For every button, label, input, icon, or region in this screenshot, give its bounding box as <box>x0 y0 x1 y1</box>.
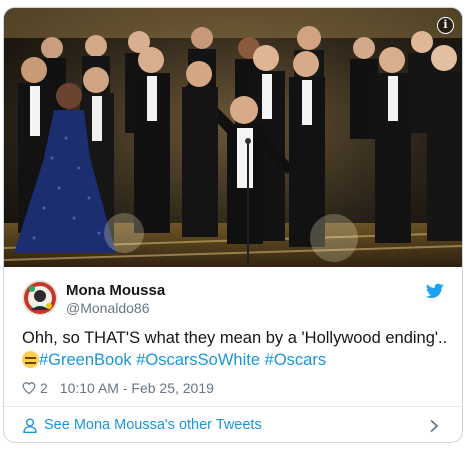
tweet-meta: 2 10:10 AM - Feb 25, 2019 <box>22 380 214 396</box>
tweet-text: Ohh, so THAT'S what they mean by a 'Holl… <box>22 327 452 371</box>
oscars-stage-photo <box>4 8 462 267</box>
author-handle[interactable]: @Monaldo86 <box>66 300 150 316</box>
hashtag-greenbook[interactable]: #GreenBook <box>39 351 132 369</box>
see-more-tweets-label[interactable]: See Mona Moussa's other Tweets <box>44 417 262 433</box>
heart-icon[interactable] <box>22 381 36 395</box>
hashtag-oscarssowhite[interactable]: #OscarsSoWhite <box>136 351 260 369</box>
chevron-right-icon[interactable] <box>429 419 439 433</box>
tweet-header: Mona Moussa @Monaldo86 <box>4 267 462 321</box>
twitter-bird-icon[interactable] <box>426 283 444 299</box>
author-name[interactable]: Mona Moussa <box>66 282 165 299</box>
embedded-tweet-card: i Mona Moussa @Monaldo86 Ohh, so THAT'S … <box>3 7 463 443</box>
person-icon <box>23 418 37 433</box>
avatar[interactable] <box>22 280 58 316</box>
tweet-text-main: Ohh, so THAT'S what they mean by a 'Holl… <box>22 329 448 347</box>
avatar-image <box>22 280 58 316</box>
tweet-media-photo[interactable]: i <box>4 8 462 267</box>
media-info-button[interactable]: i <box>437 17 454 34</box>
see-more-tweets-link[interactable]: See Mona Moussa's other Tweets <box>4 407 462 442</box>
expressionless-face-emoji <box>22 351 39 368</box>
hashtag-oscars[interactable]: #Oscars <box>265 351 326 369</box>
like-count[interactable]: 2 <box>40 380 48 396</box>
tweet-timestamp[interactable]: 10:10 AM - Feb 25, 2019 <box>60 380 214 396</box>
info-icon: i <box>443 18 448 31</box>
